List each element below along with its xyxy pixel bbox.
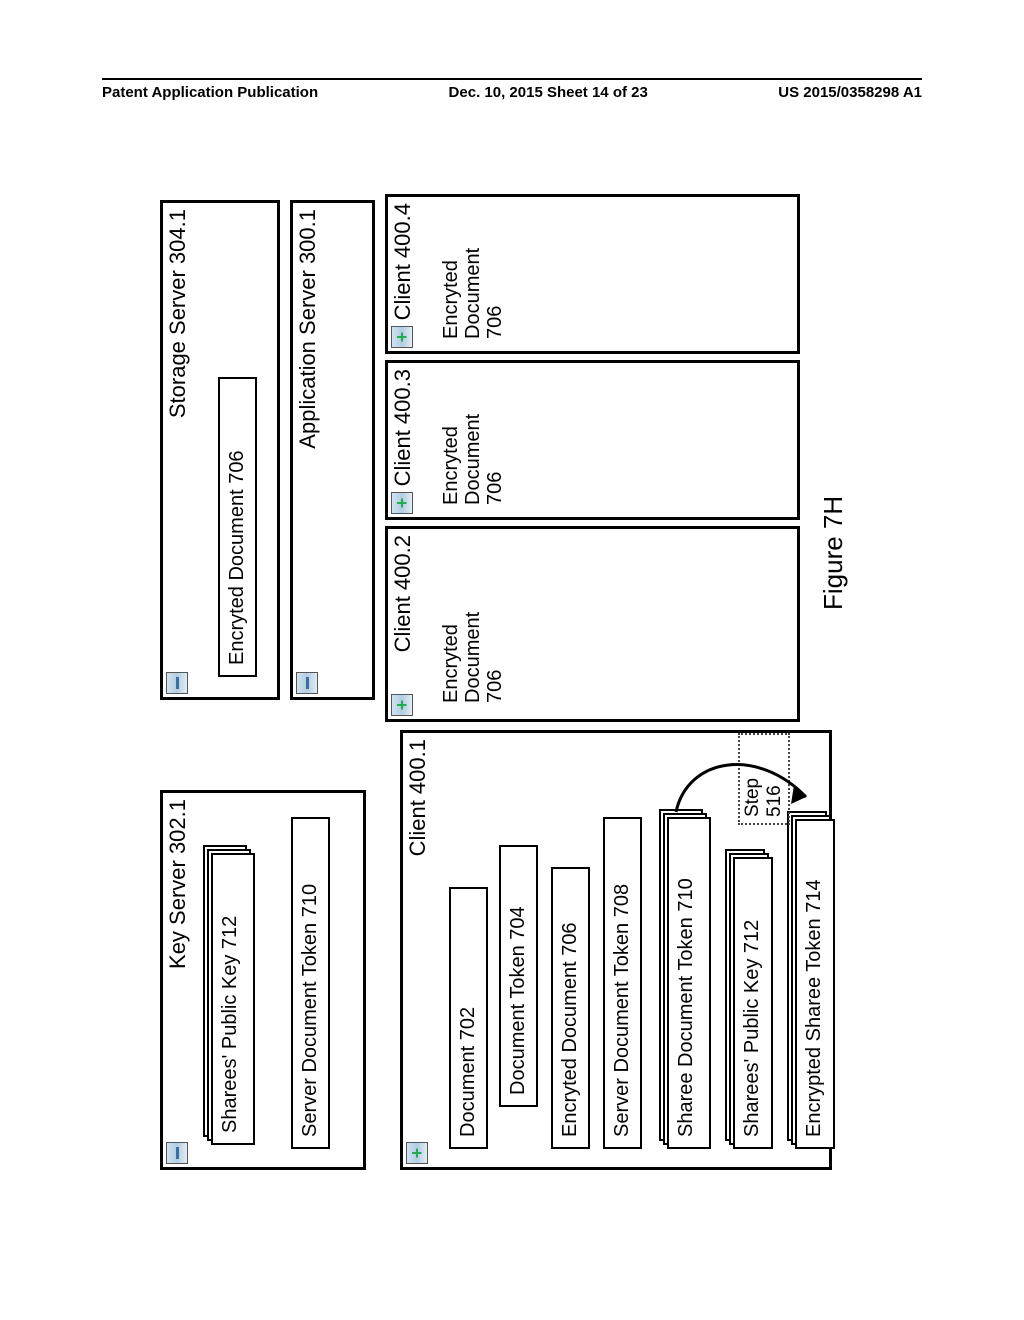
- storage-server-box: Storage Server 304.1 Encryted Document 7…: [160, 200, 280, 700]
- application-server-box: Application Server 300.1: [290, 200, 375, 700]
- client-4-l1: Encryted: [440, 248, 462, 339]
- document-token-704: Document Token 704: [499, 845, 538, 1107]
- figure-page: Key Server 302.1 Sharees' Public Key 712…: [130, 160, 890, 1200]
- client-3-encrypted-doc: Encryted Document 706: [440, 414, 506, 505]
- encrypted-sharee-token-714: Encrypted Sharee Token 714: [795, 819, 835, 1149]
- client-4-box: Client 400.4 Encryted Document 706: [385, 194, 800, 354]
- step-arrow: [658, 737, 813, 827]
- document-702: Document 702: [449, 887, 488, 1149]
- header-right: US 2015/0358298 A1: [778, 84, 922, 101]
- client-1-title: Client 400.1: [405, 739, 431, 856]
- client-2-l3: 706: [484, 612, 506, 703]
- window-icon: [166, 1142, 188, 1164]
- client-3-title: Client 400.3: [390, 369, 416, 486]
- server-document-token-708: Server Document Token 708: [603, 817, 642, 1149]
- client-3-l2: Document: [462, 414, 484, 505]
- header-center: Dec. 10, 2015 Sheet 14 of 23: [449, 84, 648, 101]
- storage-server-title: Storage Server 304.1: [165, 209, 191, 418]
- encrypted-document-storage: Encryted Document 706: [218, 377, 257, 677]
- sharee-document-token-710: Sharee Document Token 710: [667, 817, 711, 1149]
- plus-icon: [406, 1142, 428, 1164]
- client-3-box: Client 400.3 Encryted Document 706: [385, 360, 800, 520]
- client-4-l2: Document: [462, 248, 484, 339]
- client-2-l1: Encryted: [440, 612, 462, 703]
- client-3-l3: 706: [484, 414, 506, 505]
- key-server-box: Key Server 302.1 Sharees' Public Key 712…: [160, 790, 366, 1170]
- client-2-box: Client 400.2 Encryted Document 706: [385, 526, 800, 722]
- client-4-l3: 706: [484, 248, 506, 339]
- client-2-encrypted-doc: Encryted Document 706: [440, 612, 506, 703]
- server-document-token: Server Document Token 710: [291, 817, 330, 1149]
- plus-icon: [391, 492, 413, 514]
- client-2-l2: Document: [462, 612, 484, 703]
- plus-icon: [391, 326, 413, 348]
- header-left: Patent Application Publication: [102, 84, 318, 101]
- client-4-encrypted-doc: Encryted Document 706: [440, 248, 506, 339]
- figure-caption: Figure 7H: [818, 496, 849, 610]
- client-4-title: Client 400.4: [390, 203, 416, 320]
- window-icon: [166, 672, 188, 694]
- window-icon: [296, 672, 318, 694]
- page-header: Patent Application Publication Dec. 10, …: [102, 78, 922, 101]
- plus-icon: [391, 694, 413, 716]
- client-2-title: Client 400.2: [390, 535, 416, 652]
- encrypted-document-706: Encryted Document 706: [551, 867, 590, 1149]
- figure-7h: Key Server 302.1 Sharees' Public Key 712…: [160, 190, 860, 1170]
- sharees-public-key-stack: Sharees' Public Key 712: [211, 845, 263, 1145]
- application-server-title: Application Server 300.1: [295, 209, 321, 449]
- client-1-box: Client 400.1 Document 702 Document Token…: [400, 730, 832, 1170]
- client-3-l1: Encryted: [440, 414, 462, 505]
- sharees-public-key-712-client: Sharees' Public Key 712: [733, 857, 773, 1149]
- key-server-title: Key Server 302.1: [165, 799, 191, 969]
- sharees-public-key: Sharees' Public Key 712: [211, 853, 255, 1145]
